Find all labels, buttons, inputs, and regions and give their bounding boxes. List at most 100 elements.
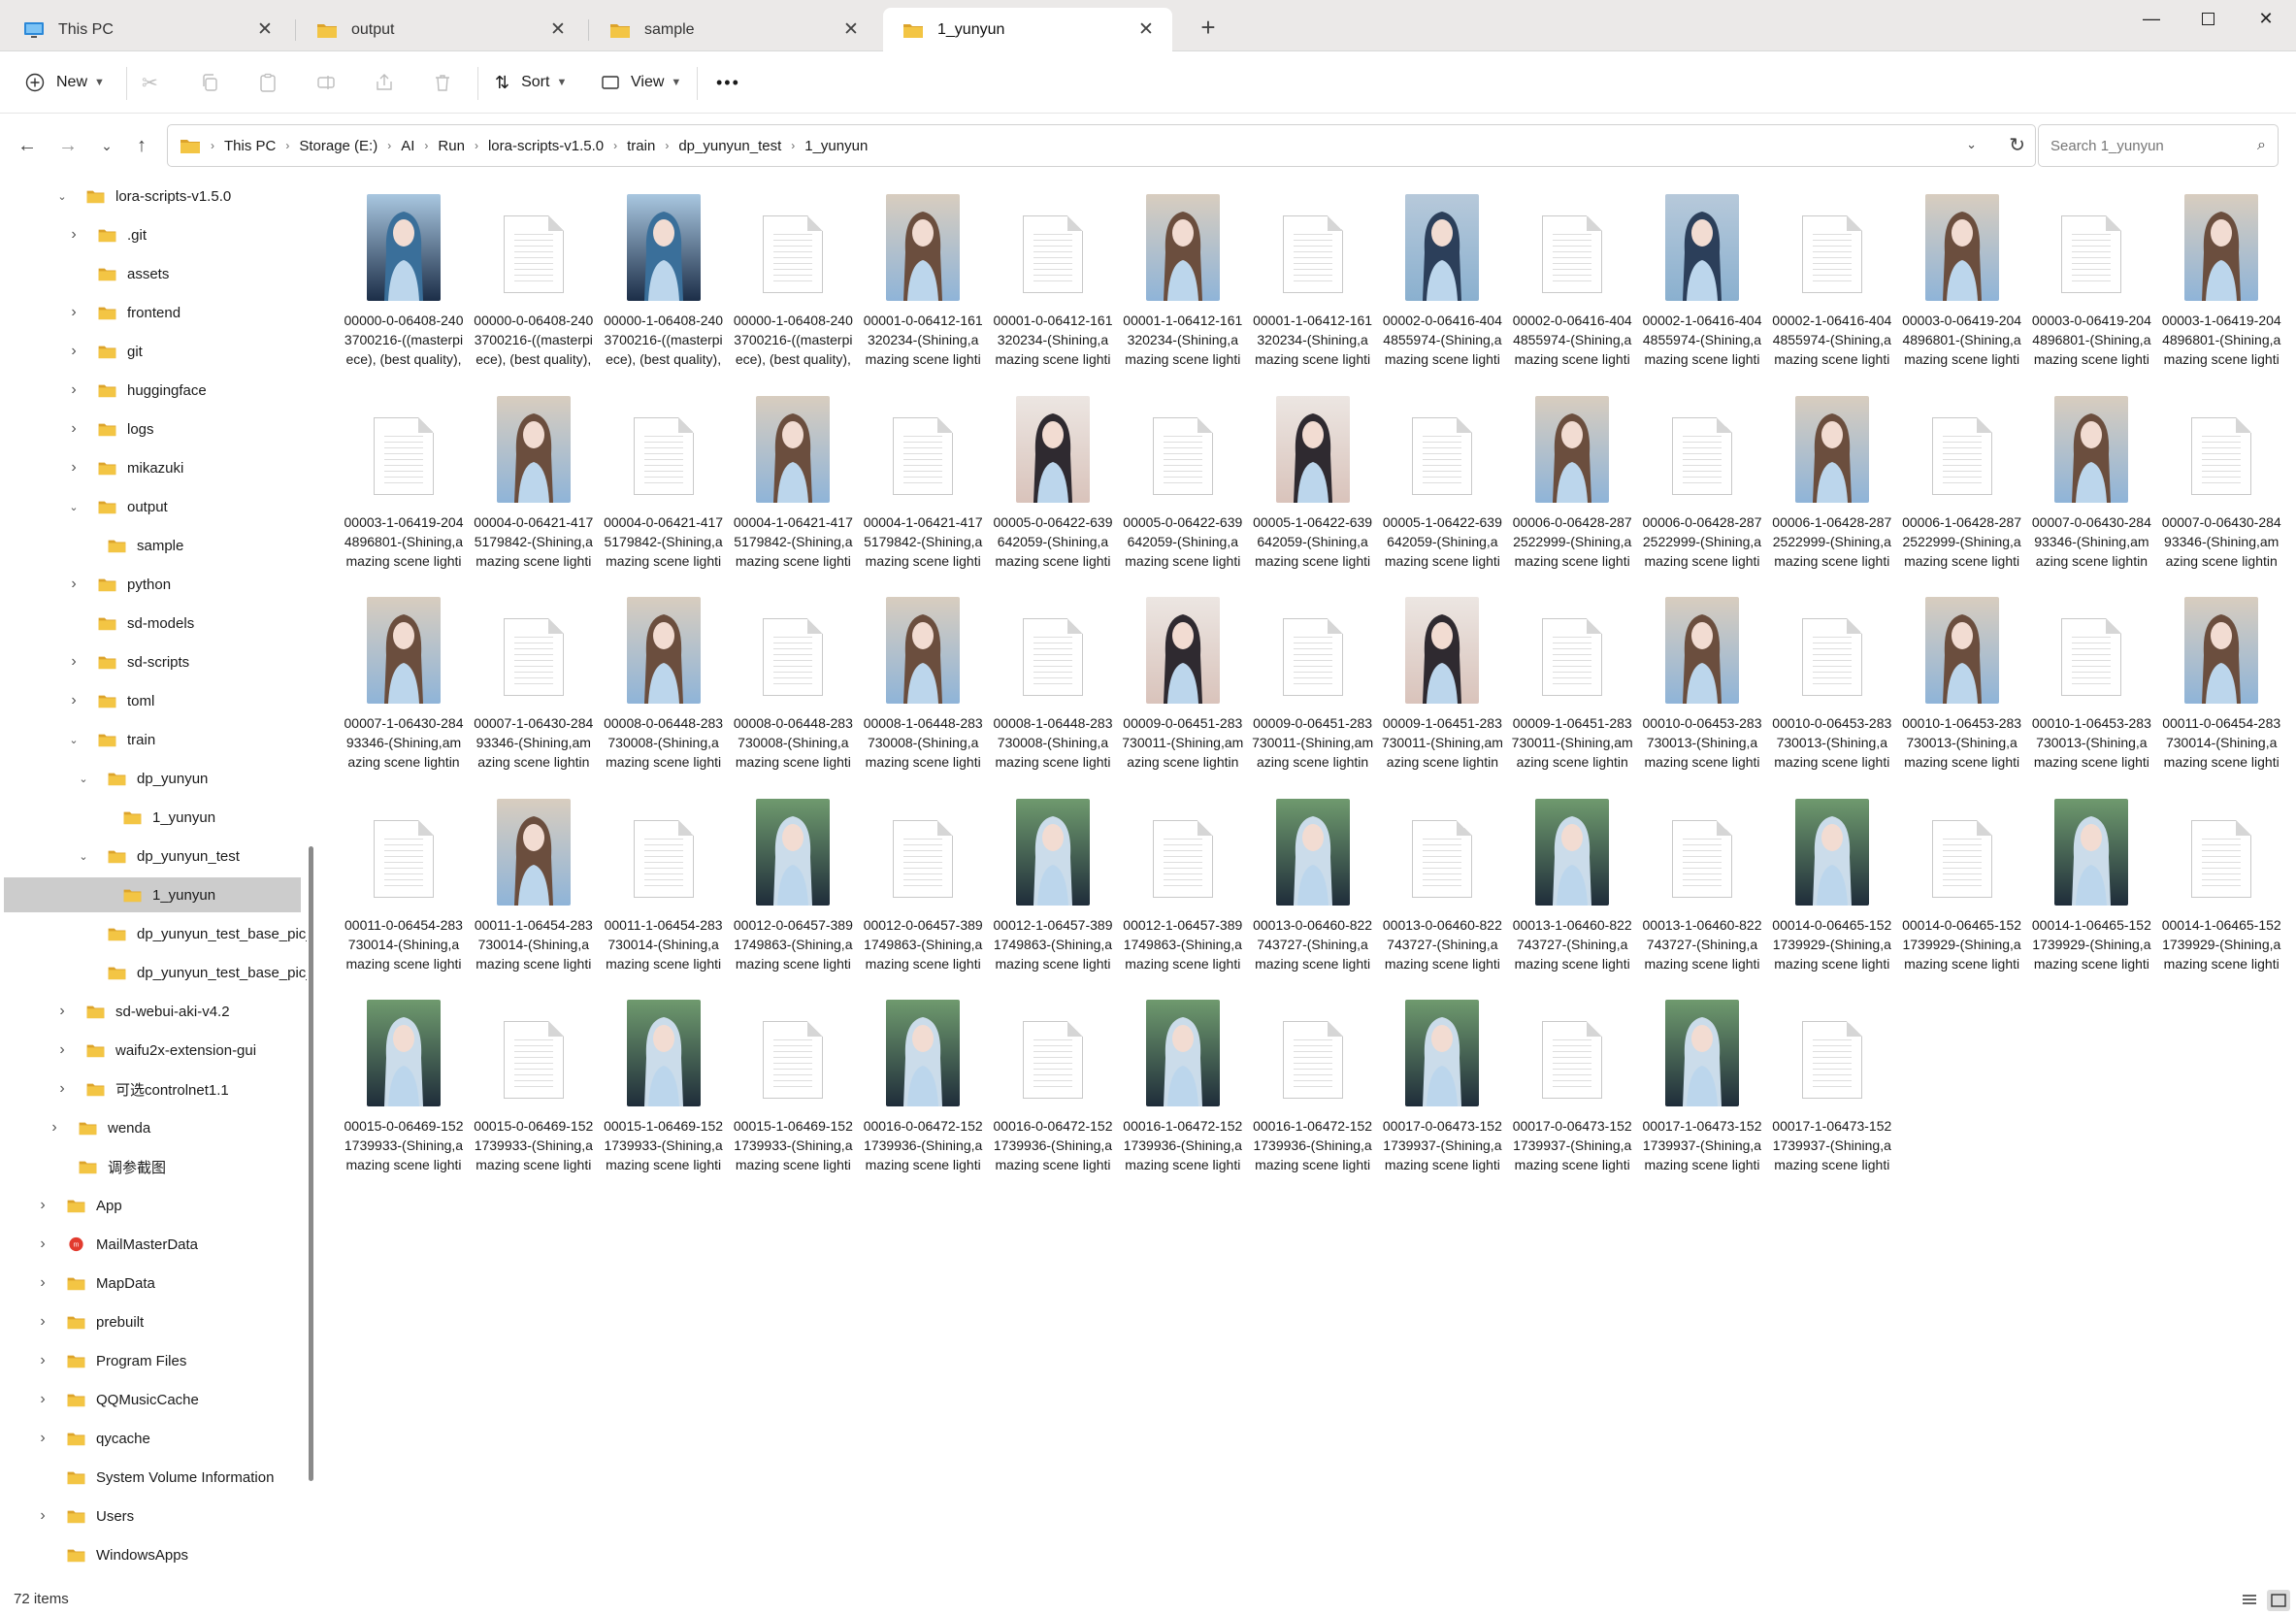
sidebar-item[interactable]: › sd-scripts	[66, 644, 189, 679]
file-item[interactable]: 00012-0-06457-3891749863-(Shining,amazin…	[729, 783, 857, 983]
file-item[interactable]: 00011-1-06454-283730014-(Shining,amazing…	[600, 783, 728, 983]
file-item[interactable]: 00015-1-06469-1521739933-(Shining,amazin…	[729, 984, 857, 1184]
file-item[interactable]: 00003-0-06419-2044896801-(Shining,amazin…	[1898, 179, 2026, 379]
chevron-right-icon[interactable]: ›	[66, 226, 82, 244]
breadcrumb-item[interactable]: This PC	[224, 138, 276, 154]
file-item[interactable]: 00013-1-06460-822743727-(Shining,amazing…	[1638, 783, 1766, 983]
file-item[interactable]: 00009-0-06451-283730011-(Shining,amazing…	[1249, 581, 1377, 781]
file-item[interactable]: 00010-1-06453-283730013-(Shining,amazing…	[1898, 581, 2026, 781]
file-item[interactable]: 00009-0-06451-283730011-(Shining,amazing…	[1119, 581, 1247, 781]
file-item[interactable]: 00010-0-06453-283730013-(Shining,amazing…	[1638, 581, 1766, 781]
file-item[interactable]: 00008-1-06448-283730008-(Shining,amazing…	[859, 581, 987, 781]
sidebar-item[interactable]: ›sd-models	[66, 606, 194, 641]
file-item[interactable]: 00016-1-06472-1521739936-(Shining,amazin…	[1119, 984, 1247, 1184]
chevron-right-icon[interactable]: ›	[35, 1352, 50, 1369]
file-item[interactable]: 00013-0-06460-822743727-(Shining,amazing…	[1378, 783, 1506, 983]
breadcrumb-item[interactable]: 1_yunyun	[804, 138, 868, 154]
file-item[interactable]: 00016-0-06472-1521739936-(Shining,amazin…	[859, 984, 987, 1184]
breadcrumb-item[interactable]: Run	[438, 138, 465, 154]
sort-button[interactable]: ⇅ Sort ▼	[495, 63, 567, 102]
file-item[interactable]: 00003-0-06419-2044896801-(Shining,amazin…	[2027, 179, 2155, 379]
more-options-button[interactable]: •••	[716, 63, 740, 102]
file-item[interactable]: 00008-0-06448-283730008-(Shining,amazing…	[600, 581, 728, 781]
chevron-right-icon[interactable]: ›	[54, 1080, 70, 1098]
cut-button[interactable]: ✂	[142, 63, 158, 102]
file-item[interactable]: 00002-1-06416-4044855974-(Shining,amazin…	[1768, 179, 1896, 379]
file-item[interactable]: 00000-1-06408-2403700216-((masterpiece),…	[729, 179, 857, 379]
sidebar-item[interactable]: ›1_yunyun	[4, 877, 301, 912]
sidebar-item[interactable]: ›assets	[66, 256, 169, 291]
file-item[interactable]: 00017-1-06473-1521739937-(Shining,amazin…	[1638, 984, 1766, 1184]
file-item[interactable]: 00016-0-06472-1521739936-(Shining,amazin…	[989, 984, 1117, 1184]
sidebar-item[interactable]: ›1_yunyun	[91, 800, 215, 835]
file-item[interactable]: 00001-1-06412-161320234-(Shining,amazing…	[1249, 179, 1377, 379]
close-icon[interactable]: ✕	[547, 19, 569, 41]
file-item[interactable]: 00004-0-06421-4175179842-(Shining,amazin…	[470, 380, 598, 580]
back-button[interactable]: ←	[12, 130, 43, 161]
file-item[interactable]: 00004-1-06421-4175179842-(Shining,amazin…	[729, 380, 857, 580]
file-item[interactable]: 00001-0-06412-161320234-(Shining,amazing…	[859, 179, 987, 379]
file-item[interactable]: 00007-1-06430-28493346-(Shining,amazing …	[340, 581, 468, 781]
copy-button[interactable]	[200, 63, 219, 102]
file-item[interactable]: 00013-0-06460-822743727-(Shining,amazing…	[1249, 783, 1377, 983]
file-item[interactable]: 00001-0-06412-161320234-(Shining,amazing…	[989, 179, 1117, 379]
file-item[interactable]: 00002-0-06416-4044855974-(Shining,amazin…	[1378, 179, 1506, 379]
close-icon[interactable]: ✕	[1135, 19, 1157, 41]
file-item[interactable]: 00015-0-06469-1521739933-(Shining,amazin…	[340, 984, 468, 1184]
chevron-right-icon[interactable]: ›	[475, 139, 478, 152]
file-item[interactable]: 00014-0-06465-1521739929-(Shining,amazin…	[1768, 783, 1896, 983]
file-item[interactable]: 00012-0-06457-3891749863-(Shining,amazin…	[859, 783, 987, 983]
sidebar-item[interactable]: › QQMusicCache	[35, 1382, 199, 1417]
file-item[interactable]: 00015-0-06469-1521739933-(Shining,amazin…	[470, 984, 598, 1184]
search-input[interactable]: Search 1_yunyun	[2050, 138, 2257, 154]
sidebar-item[interactable]: › Program Files	[35, 1343, 186, 1378]
file-item[interactable]: 00011-0-06454-283730014-(Shining,amazing…	[2157, 581, 2285, 781]
sidebar-item[interactable]: ⌄ train	[66, 722, 155, 757]
chevron-right-icon[interactable]: ›	[54, 1041, 70, 1059]
file-item[interactable]: 00006-0-06428-2872522999-(Shining,amazin…	[1638, 380, 1766, 580]
file-item[interactable]: 00011-1-06454-283730014-(Shining,amazing…	[470, 783, 598, 983]
file-item[interactable]: 00016-1-06472-1521739936-(Shining,amazin…	[1249, 984, 1377, 1184]
tab-sample[interactable]: sample ✕	[590, 8, 877, 51]
breadcrumb-item[interactable]: dp_yunyun_test	[678, 138, 781, 154]
file-item[interactable]: 00006-0-06428-2872522999-(Shining,amazin…	[1508, 380, 1636, 580]
file-item[interactable]: 00000-1-06408-2403700216-((masterpiece),…	[600, 179, 728, 379]
chevron-right-icon[interactable]: ›	[35, 1430, 50, 1447]
sidebar-scrollbar[interactable]	[309, 846, 313, 1481]
chevron-right-icon[interactable]: ›	[66, 343, 82, 360]
tab-this-pc[interactable]: This PC ✕	[4, 8, 291, 51]
sidebar-item[interactable]: › logs	[66, 412, 153, 446]
chevron-right-icon[interactable]: ›	[66, 653, 82, 671]
chevron-right-icon[interactable]: ›	[54, 1003, 70, 1020]
sidebar-item[interactable]: ›WindowsApps	[35, 1537, 188, 1572]
sidebar-item[interactable]: ⌄ dp_yunyun_test	[76, 839, 240, 873]
breadcrumb-item[interactable]: train	[627, 138, 655, 154]
share-button[interactable]	[375, 63, 394, 102]
chevron-right-icon[interactable]: ›	[66, 381, 82, 399]
sidebar-item[interactable]: ⌄ output	[66, 489, 167, 524]
sidebar-item[interactable]: ›dp_yunyun_test_base_pic_in	[76, 916, 307, 951]
file-item[interactable]: 00010-1-06453-283730013-(Shining,amazing…	[2027, 581, 2155, 781]
file-item[interactable]: 00003-1-06419-2044896801-(Shining,amazin…	[340, 380, 468, 580]
search-box[interactable]: Search 1_yunyun ⌕	[2038, 124, 2279, 167]
chevron-right-icon[interactable]: ›	[35, 1274, 50, 1292]
chevron-right-icon[interactable]: ›	[35, 1197, 50, 1214]
file-item[interactable]: 00007-0-06430-28493346-(Shining,amazing …	[2027, 380, 2155, 580]
chevron-right-icon[interactable]: ›	[66, 692, 82, 709]
recent-locations-button[interactable]: ⌄	[91, 130, 122, 161]
file-item[interactable]: 00017-1-06473-1521739937-(Shining,amazin…	[1768, 984, 1896, 1184]
chevron-right-icon[interactable]: ›	[47, 1119, 62, 1137]
chevron-right-icon[interactable]: ›	[387, 139, 391, 152]
sidebar-item[interactable]: › m MailMasterData	[35, 1227, 198, 1262]
file-item[interactable]: 00002-1-06416-4044855974-(Shining,amazin…	[1638, 179, 1766, 379]
chevron-down-icon[interactable]: ⌄	[54, 190, 70, 203]
file-item[interactable]: 00006-1-06428-2872522999-(Shining,amazin…	[1768, 380, 1896, 580]
chevron-right-icon[interactable]: ›	[424, 139, 428, 152]
sidebar-item[interactable]: ›dp_yunyun_test_base_pic_ou	[76, 955, 307, 990]
large-icons-view-button[interactable]	[2267, 1590, 2290, 1611]
breadcrumb-item[interactable]: AI	[401, 138, 414, 154]
file-item[interactable]: 00017-0-06473-1521739937-(Shining,amazin…	[1508, 984, 1636, 1184]
sidebar-item[interactable]: › 可选controlnet1.1	[54, 1071, 228, 1106]
breadcrumb-item[interactable]: Storage (E:)	[299, 138, 377, 154]
chevron-right-icon[interactable]: ›	[35, 1507, 50, 1525]
